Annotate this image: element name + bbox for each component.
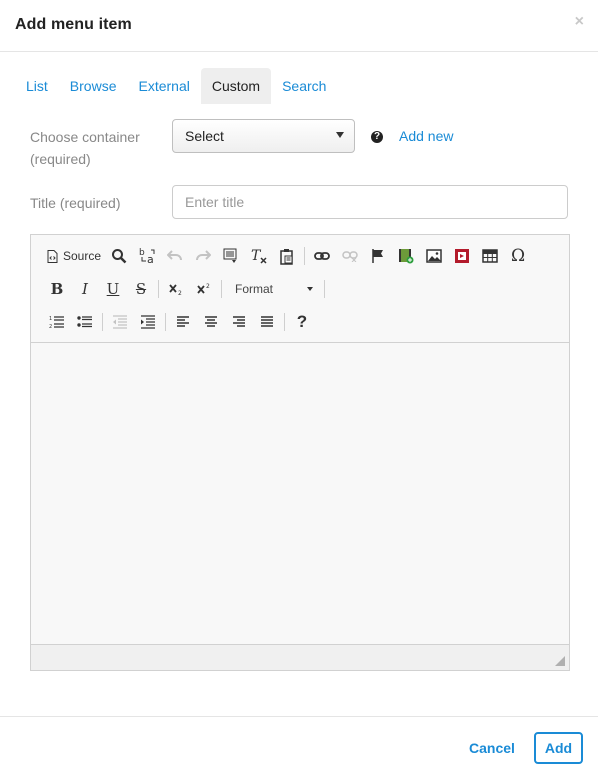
tab-custom[interactable]: Custom	[200, 68, 272, 104]
format-label: Format	[235, 282, 274, 296]
justify-icon[interactable]	[253, 309, 281, 335]
subscript-icon[interactable]: 2	[162, 276, 190, 302]
toolbar-separator	[324, 280, 325, 298]
add-new-link[interactable]: Add new	[399, 128, 453, 144]
anchor-flag-icon[interactable]	[364, 243, 392, 269]
title-input[interactable]	[172, 185, 568, 219]
remove-format-icon[interactable]: T	[245, 243, 273, 269]
svg-text:T: T	[251, 248, 262, 264]
toolbar-row-3: 12 ?	[43, 309, 316, 335]
add-button[interactable]: Add	[534, 732, 583, 764]
video-icon[interactable]	[448, 243, 476, 269]
tab-browse[interactable]: Browse	[59, 68, 128, 104]
align-center-icon[interactable]	[197, 309, 225, 335]
tab-search[interactable]: Search	[271, 68, 337, 104]
toolbar-separator	[158, 280, 159, 298]
svg-text:2: 2	[49, 324, 52, 329]
container-select-value: Select	[185, 128, 224, 144]
cancel-button[interactable]: Cancel	[461, 733, 523, 763]
container-label: Choose container (required)	[30, 129, 140, 167]
add-menu-item-dialog: Add menu item × List Browse External Cus…	[0, 0, 598, 778]
toolbar-separator	[284, 313, 285, 331]
svg-text:a: a	[147, 253, 154, 265]
svg-text:2: 2	[178, 290, 182, 296]
help-icon[interactable]: ?	[288, 309, 316, 335]
italic-icon[interactable]: I	[71, 276, 99, 302]
image-icon[interactable]	[420, 243, 448, 269]
select-all-icon[interactable]	[217, 243, 245, 269]
caret-down-icon	[336, 132, 344, 138]
editor-content-area[interactable]	[31, 343, 569, 644]
rich-text-editor: Source ba T Ω B I U S 2 2 Format 1 2 ?	[30, 234, 570, 671]
tab-list[interactable]: List	[15, 68, 59, 104]
superscript-icon[interactable]: 2	[190, 276, 218, 302]
toolbar-separator	[165, 313, 166, 331]
source-button[interactable]: Source	[43, 243, 105, 269]
format-dropdown[interactable]: Format	[227, 278, 321, 300]
dialog-header: Add menu item ×	[0, 0, 598, 52]
dialog-title: Add menu item	[15, 16, 132, 33]
link-icon[interactable]	[308, 243, 336, 269]
table-icon[interactable]	[476, 243, 504, 269]
container-select[interactable]: Select	[172, 119, 355, 153]
svg-text:2: 2	[206, 283, 210, 290]
svg-text:1: 1	[49, 316, 52, 322]
toolbar-separator	[304, 247, 306, 265]
editor-status-bar	[31, 644, 569, 670]
indent-icon[interactable]	[134, 309, 162, 335]
redo-icon[interactable]	[189, 243, 217, 269]
replace-icon[interactable]: ba	[133, 243, 161, 269]
strike-icon[interactable]: S	[127, 276, 155, 302]
outdent-icon[interactable]	[106, 309, 134, 335]
toolbar-row-1: Source ba T Ω	[43, 243, 532, 269]
source-icon	[47, 249, 58, 263]
numbered-list-icon[interactable]: 12	[43, 309, 71, 335]
undo-icon[interactable]	[161, 243, 189, 269]
resize-grip-icon[interactable]	[555, 656, 565, 666]
bullet-list-icon[interactable]	[71, 309, 99, 335]
dialog-footer: Cancel Add	[0, 716, 598, 778]
align-left-icon[interactable]	[169, 309, 197, 335]
toolbar-separator	[102, 313, 103, 331]
underline-icon[interactable]: U	[99, 276, 127, 302]
paste-text-icon[interactable]	[273, 243, 301, 269]
toolbar-separator	[221, 280, 222, 298]
title-label: Title (required)	[30, 195, 121, 211]
caret-down-icon	[307, 287, 313, 291]
media-icon[interactable]	[392, 243, 420, 269]
question-circle-icon[interactable]: ?	[371, 131, 383, 143]
tab-bar: List Browse External Custom Search	[15, 68, 337, 104]
toolbar-row-2: B I U S 2 2 Format	[43, 276, 328, 302]
svg-text:b: b	[139, 248, 145, 258]
tab-external[interactable]: External	[127, 68, 200, 104]
close-icon[interactable]: ×	[575, 14, 584, 30]
find-icon[interactable]	[105, 243, 133, 269]
unlink-icon[interactable]	[336, 243, 364, 269]
special-char-icon[interactable]: Ω	[504, 243, 532, 269]
align-right-icon[interactable]	[225, 309, 253, 335]
editor-toolbar: Source ba T Ω B I U S 2 2 Format 1 2 ?	[31, 235, 569, 343]
source-label: Source	[63, 249, 102, 263]
bold-icon[interactable]: B	[43, 276, 71, 302]
